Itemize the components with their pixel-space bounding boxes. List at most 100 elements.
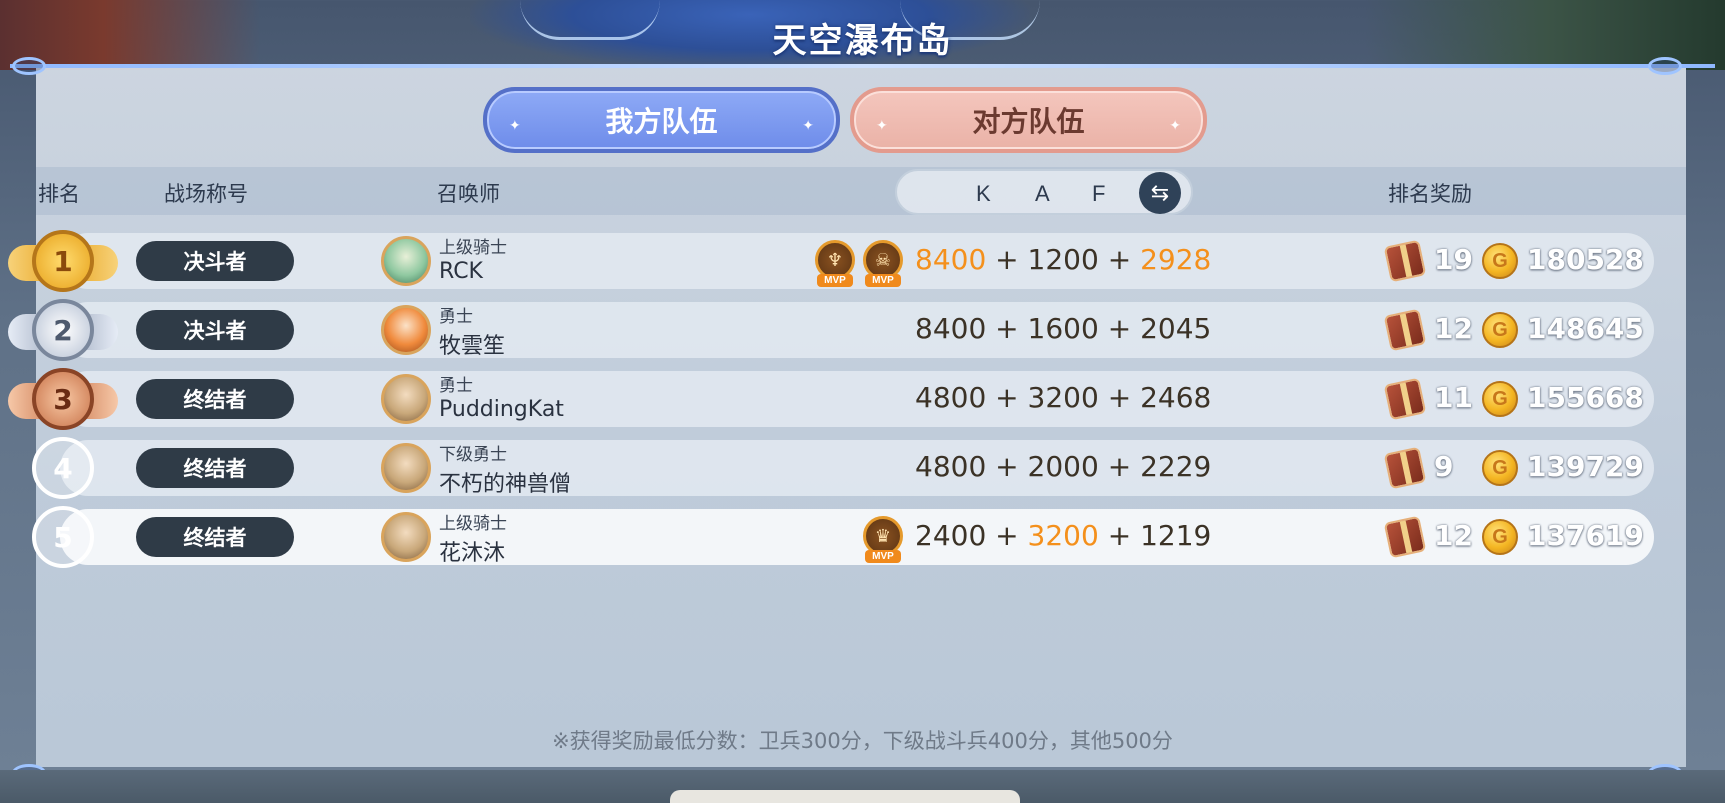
- flag-value: 2928: [1140, 243, 1212, 276]
- tab-our-team[interactable]: ✦ 我方队伍 ✦: [483, 87, 840, 153]
- star-icon: ✦: [802, 118, 814, 134]
- frame-ornament-icon: [12, 57, 46, 75]
- plus-sign: +: [1107, 243, 1132, 276]
- reward-threshold-note: ※获得奖励最低分数：卫兵300分，下级战斗兵400分，其他500分: [552, 729, 1173, 753]
- flag-value: 2229: [1140, 450, 1212, 483]
- gold-coin-icon: G: [1482, 450, 1518, 486]
- battle-title-badge: 终结者: [136, 517, 294, 557]
- gold-coin-icon: G: [1482, 243, 1518, 279]
- reward-chest-icon: [1383, 377, 1427, 421]
- kaf-score: 4800 + 2000 + 2229: [915, 450, 1211, 483]
- battle-title-badge: 终结者: [136, 448, 294, 488]
- chest-count: 12: [1434, 312, 1473, 345]
- rank-badge-gold: 1: [32, 230, 94, 292]
- kills-value: 4800: [915, 381, 987, 414]
- kaf-score: 4800 + 3200 + 2468: [915, 381, 1211, 414]
- kaf-score: 2400 + 3200 + 1219: [915, 519, 1211, 552]
- assists-value: 1200: [1027, 243, 1099, 276]
- assists-value: 1600: [1027, 312, 1099, 345]
- panel-frame-top: [10, 64, 1715, 68]
- player-level: 上级骑士: [439, 238, 507, 258]
- tab-enemy-team-label: 对方队伍: [972, 105, 1085, 138]
- reward-chest-icon: [1383, 308, 1427, 352]
- header-a: A: [1035, 181, 1050, 206]
- plus-sign: +: [1107, 381, 1132, 414]
- rank-badge: 4: [32, 437, 94, 499]
- assists-value: 3200: [1027, 519, 1099, 552]
- chest-count: 12: [1434, 519, 1473, 552]
- gold-amount: 137619: [1527, 519, 1644, 552]
- kills-value: 8400: [915, 312, 987, 345]
- mvp-badge: ♛ MVP: [861, 516, 905, 563]
- gold-amount: 180528: [1527, 243, 1644, 276]
- chest-count: 11: [1434, 381, 1473, 414]
- star-icon: ✦: [509, 118, 521, 134]
- player-name: 牧雲笙: [439, 334, 506, 359]
- chest-count: 19: [1434, 243, 1473, 276]
- player-name: 花沐沐: [439, 541, 506, 566]
- mvp-label: MVP: [865, 274, 901, 287]
- flag-value: 1219: [1140, 519, 1212, 552]
- swap-arrows-icon[interactable]: ⇆: [1139, 172, 1181, 214]
- mvp-badge: ☠ MVP: [861, 240, 905, 287]
- plus-sign: +: [1107, 519, 1132, 552]
- star-icon: ✦: [876, 118, 888, 134]
- avatar[interactable]: [381, 305, 431, 355]
- avatar[interactable]: [381, 512, 431, 562]
- battle-title-badge: 决斗者: [136, 310, 294, 350]
- plus-sign: +: [1107, 450, 1132, 483]
- tab-our-team-label: 我方队伍: [605, 105, 718, 138]
- header-k: K: [976, 181, 991, 206]
- header-title: 战场称号: [164, 182, 248, 206]
- header-f: F: [1092, 181, 1106, 206]
- reward-chest-icon: [1383, 515, 1427, 559]
- flag-value: 2045: [1140, 312, 1212, 345]
- assists-value: 3200: [1027, 381, 1099, 414]
- confirm-button[interactable]: [670, 790, 1020, 803]
- avatar[interactable]: [381, 443, 431, 493]
- plus-sign: +: [995, 243, 1019, 276]
- chest-count: 9: [1434, 450, 1454, 483]
- gold-coin-icon: G: [1482, 312, 1518, 348]
- player-level: 上级骑士: [439, 514, 507, 534]
- tab-enemy-team[interactable]: ✦ 对方队伍 ✦: [850, 87, 1207, 153]
- star-icon: ✦: [1169, 118, 1181, 134]
- player-name: RCK: [439, 259, 483, 284]
- reward-chest-icon: [1383, 239, 1427, 283]
- gold-coin-icon: G: [1482, 381, 1518, 417]
- rank-badge: 5: [32, 506, 94, 568]
- player-level: 下级勇士: [439, 445, 507, 465]
- plus-sign: +: [995, 519, 1019, 552]
- gold-amount: 139729: [1527, 450, 1644, 483]
- kaf-score: 8400 + 1200 + 2928: [915, 243, 1211, 276]
- plus-sign: +: [995, 381, 1019, 414]
- avatar[interactable]: [381, 374, 431, 424]
- mvp-label: MVP: [817, 274, 853, 287]
- mvp-badge: ♆ MVP: [813, 240, 857, 287]
- header-reward: 排名奖励: [1388, 182, 1472, 206]
- avatar[interactable]: [381, 236, 431, 286]
- reward-chest-icon: [1383, 446, 1427, 490]
- mvp-label: MVP: [865, 550, 901, 563]
- player-name: PuddingKat: [439, 397, 564, 422]
- player-level: 勇士: [439, 307, 473, 327]
- header-rank: 排名: [38, 182, 80, 206]
- frame-ornament-icon: [1648, 57, 1682, 75]
- gold-amount: 155668: [1527, 381, 1644, 414]
- flag-value: 2468: [1140, 381, 1212, 414]
- assists-value: 2000: [1027, 450, 1099, 483]
- gold-coin-icon: G: [1482, 519, 1518, 555]
- kills-value: 2400: [915, 519, 987, 552]
- battle-title-badge: 决斗者: [136, 241, 294, 281]
- map-title: 天空瀑布岛: [772, 21, 953, 61]
- player-name: 不朽的神兽僧: [439, 472, 572, 497]
- kaf-score: 8400 + 1600 + 2045: [915, 312, 1211, 345]
- plus-sign: +: [995, 450, 1019, 483]
- rank-badge-silver: 2: [32, 299, 94, 361]
- header-summoner: 召唤师: [437, 182, 500, 206]
- rank-badge-bronze: 3: [32, 368, 94, 430]
- player-level: 勇士: [439, 376, 473, 396]
- kills-value: 8400: [915, 243, 987, 276]
- kills-value: 4800: [915, 450, 987, 483]
- battle-title-badge: 终结者: [136, 379, 294, 419]
